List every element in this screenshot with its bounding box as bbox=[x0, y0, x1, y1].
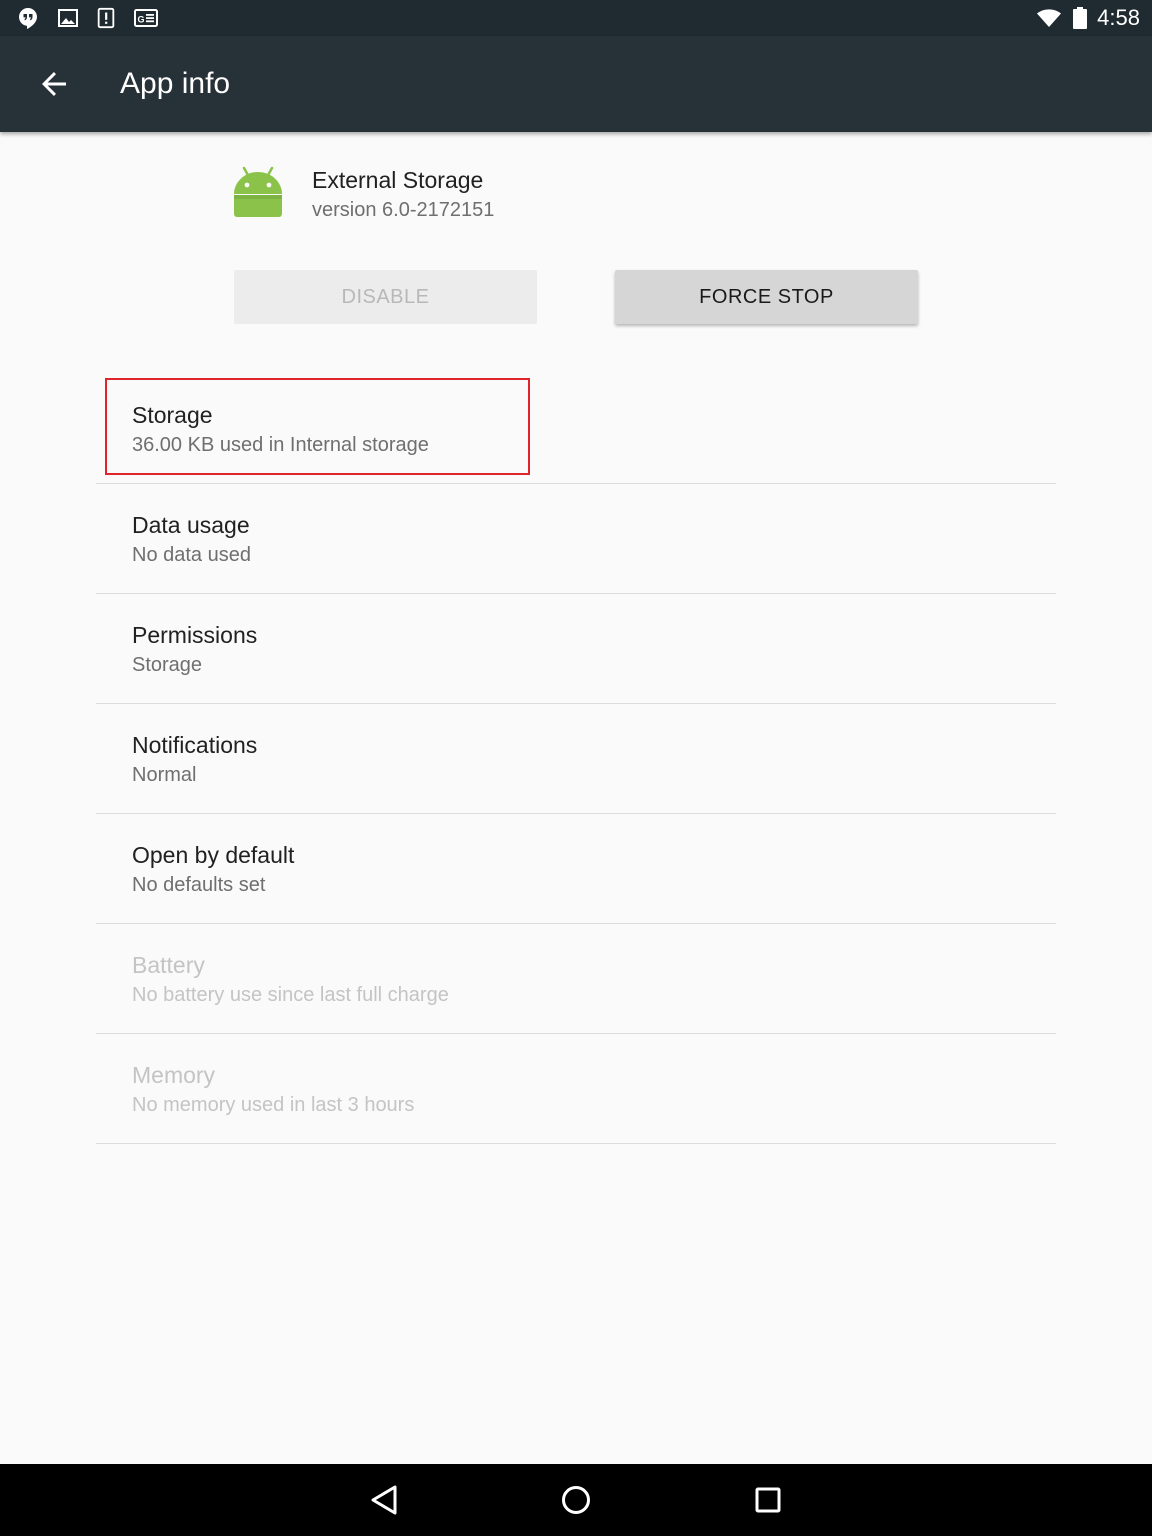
list-item-subtitle: Storage bbox=[132, 654, 203, 676]
back-triangle-icon[interactable] bbox=[360, 1476, 408, 1524]
list-item-title: Permissions bbox=[132, 622, 258, 648]
list-item-subtitle: No data used bbox=[132, 544, 251, 566]
list-item-title: Data usage bbox=[132, 512, 250, 538]
list-item-subtitle: No memory used in last 3 hours bbox=[132, 1094, 415, 1116]
list-item-title: Battery bbox=[132, 952, 205, 978]
clock: 4:58 bbox=[1097, 5, 1140, 30]
app-bar: App info bbox=[0, 36, 1152, 132]
list-item-permissions[interactable]: Permissions Storage bbox=[96, 594, 1056, 704]
list-item-title: Notifications bbox=[132, 732, 258, 758]
list-item-subtitle: Normal bbox=[132, 764, 197, 786]
app-settings-list: Storage 36.00 KB used in Internal storag… bbox=[96, 374, 1056, 1144]
home-circle-icon[interactable] bbox=[552, 1476, 600, 1524]
navigation-bar bbox=[0, 1464, 1152, 1536]
list-item-subtitle: 36.00 KB used in Internal storage bbox=[132, 434, 429, 456]
news-icon: G bbox=[134, 9, 158, 27]
recents-square-icon[interactable] bbox=[744, 1476, 792, 1524]
list-item-title: Open by default bbox=[132, 842, 295, 868]
app-version: version 6.0-2172151 bbox=[312, 199, 495, 221]
list-item-subtitle: No defaults set bbox=[132, 874, 266, 896]
list-item-open-by-default[interactable]: Open by default No defaults set bbox=[96, 814, 1056, 924]
app-name: External Storage bbox=[312, 167, 484, 193]
force-stop-button[interactable]: FORCE STOP bbox=[615, 270, 918, 324]
wifi-icon bbox=[1037, 9, 1061, 27]
alert-icon bbox=[97, 7, 115, 29]
svg-text:G: G bbox=[138, 15, 145, 25]
disable-button: DISABLE bbox=[234, 270, 537, 324]
battery-icon bbox=[1073, 7, 1087, 29]
page-title: App info bbox=[120, 67, 231, 100]
list-item-data-usage[interactable]: Data usage No data used bbox=[96, 484, 1056, 594]
arrow-back-icon[interactable] bbox=[30, 60, 78, 108]
list-item-battery: Battery No battery use since last full c… bbox=[96, 924, 1056, 1034]
list-item-title: Memory bbox=[132, 1062, 216, 1088]
list-item-memory: Memory No memory used in last 3 hours bbox=[96, 1034, 1056, 1144]
list-item-notifications[interactable]: Notifications Normal bbox=[96, 704, 1056, 814]
hangouts-icon bbox=[19, 8, 37, 29]
list-item-subtitle: No battery use since last full charge bbox=[132, 984, 449, 1006]
list-item-title: Storage bbox=[132, 402, 213, 428]
image-icon bbox=[58, 9, 78, 27]
android-icon bbox=[234, 166, 282, 217]
status-bar: G 4:58 bbox=[0, 0, 1152, 36]
list-item-storage[interactable]: Storage 36.00 KB used in Internal storag… bbox=[96, 374, 1056, 484]
